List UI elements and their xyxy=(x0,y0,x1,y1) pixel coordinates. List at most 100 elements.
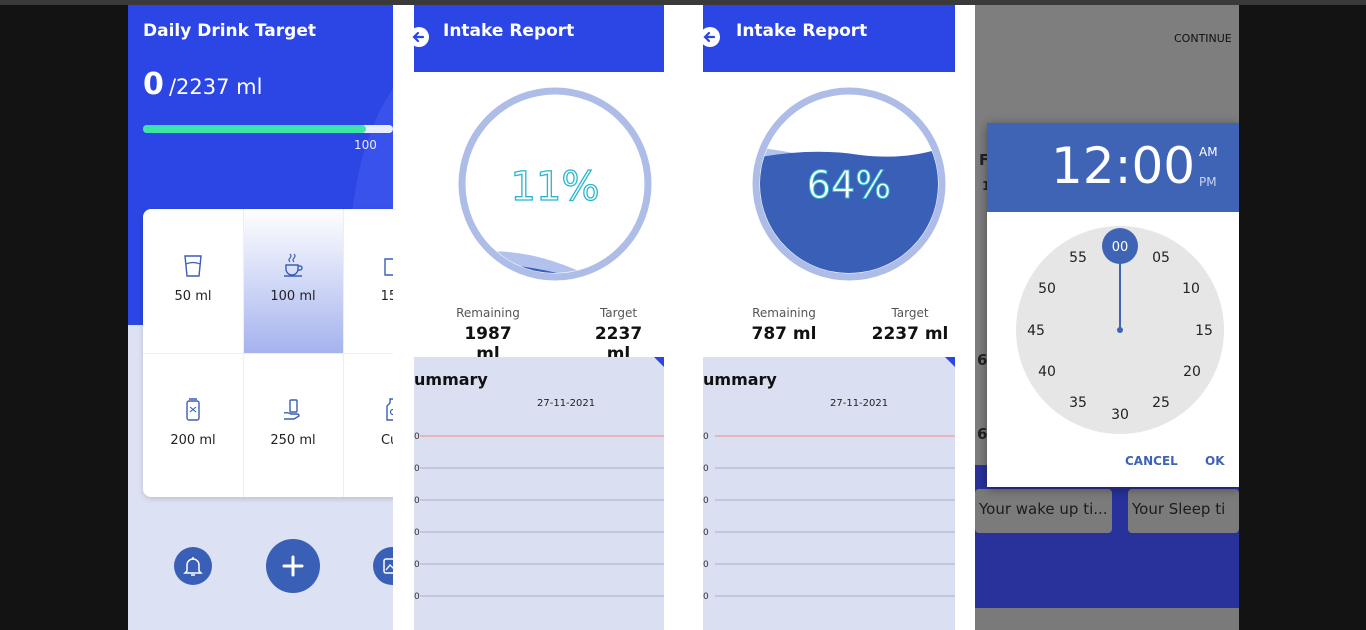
pm-toggle[interactable]: PM xyxy=(1199,175,1217,189)
report-title: Intake Report xyxy=(736,21,868,41)
axis-tick: 0 xyxy=(703,592,709,602)
progress-tick-label: 100 xyxy=(354,138,377,152)
axis-tick: 0 xyxy=(414,592,420,602)
plus-icon xyxy=(282,555,304,577)
option-200ml[interactable]: 200 ml xyxy=(143,353,243,497)
sleep-time-field[interactable]: Your Sleep ti xyxy=(1128,489,1239,533)
summary-chart-canvas: 0 0 0 0 0 0 xyxy=(703,357,955,602)
minute-40[interactable]: 40 xyxy=(1038,364,1056,380)
screenshot-collage: Daily Drink Target 0 /2237 ml 100 100 ml xyxy=(0,0,1366,630)
time-display: 12:00 xyxy=(1051,137,1195,195)
am-toggle[interactable]: AM xyxy=(1199,145,1218,159)
custom-bottle-icon xyxy=(386,398,393,421)
back-arrow-icon[interactable] xyxy=(698,25,722,49)
axis-tick: 0 xyxy=(414,432,420,442)
option-100ml[interactable]: 100 ml xyxy=(243,209,343,353)
minute-15[interactable]: 15 xyxy=(1195,323,1213,339)
axis-tick: 0 xyxy=(414,496,420,506)
axis-tick: 0 xyxy=(414,464,420,474)
report-title: Intake Report xyxy=(443,21,575,41)
minute-55[interactable]: 55 xyxy=(1069,250,1087,266)
target-label: Target xyxy=(599,306,638,320)
remaining-stat: Remaining 1987 ml xyxy=(453,306,523,364)
add-drink-button[interactable] xyxy=(266,539,320,593)
option-label: Cus xyxy=(380,433,393,448)
axis-tick: 0 xyxy=(703,528,709,538)
target-stat: Target 2237 ml xyxy=(871,306,949,344)
intake-report-screen-1: Intake Report 11% Remaining 1987 ml Targ… xyxy=(393,5,674,630)
summary-date: 27-11-2021 xyxy=(830,398,889,409)
intake-gauge: 64% xyxy=(752,87,946,281)
bell-icon xyxy=(183,557,203,576)
bottle-hand-icon xyxy=(283,399,300,420)
coffee-cup-icon xyxy=(284,253,303,277)
percent-text: 64% xyxy=(807,163,891,207)
mug-icon xyxy=(384,258,393,276)
target-value: 2237 ml xyxy=(871,324,949,344)
target-label: Target xyxy=(891,306,929,320)
background-text: 6 xyxy=(977,351,988,369)
home-screen: Daily Drink Target 0 /2237 ml 100 100 ml xyxy=(128,5,393,630)
option-label: 50 ml xyxy=(174,289,212,304)
current-intake: 0 xyxy=(143,67,164,102)
remaining-label: Remaining xyxy=(456,306,520,320)
minute-25[interactable]: 25 xyxy=(1152,395,1170,411)
back-arrow-icon[interactable] xyxy=(407,25,431,49)
reminder-button[interactable] xyxy=(174,547,212,585)
drink-size-grid: 100 ml 50 ml 150 xyxy=(143,209,393,497)
can-icon xyxy=(186,398,200,421)
grid-divider xyxy=(143,353,393,354)
target-stat: Target 2237 ml xyxy=(581,306,656,364)
continue-button[interactable]: CONTINUE xyxy=(1174,32,1232,45)
minute-00[interactable]: 00 xyxy=(1112,240,1129,255)
minute-05[interactable]: 05 xyxy=(1152,250,1170,266)
option-custom[interactable]: Cus xyxy=(343,353,393,497)
summary-date: 27-11-2021 xyxy=(537,398,596,409)
intake-progress-fill xyxy=(143,125,366,133)
clock-face[interactable]: 00 05 10 15 20 25 30 35 40 45 50 55 xyxy=(1016,226,1224,434)
time-picker-dialog: 12:00 AM PM 00 05 10 15 20 25 30 35 40 4… xyxy=(987,123,1239,487)
glass-icon xyxy=(184,255,202,277)
system-nav-bar xyxy=(975,608,1239,630)
intake-progress-bar xyxy=(143,125,393,133)
minute-30[interactable]: 30 xyxy=(1111,407,1129,423)
time-separator: : xyxy=(1114,137,1132,195)
option-50ml[interactable]: 50 ml xyxy=(143,209,243,353)
minute-35[interactable]: 35 xyxy=(1069,395,1087,411)
axis-tick: 0 xyxy=(703,560,709,570)
remaining-stat: Remaining 787 ml xyxy=(746,306,822,344)
time-display-header: 12:00 AM PM xyxy=(987,123,1239,212)
summary-chart: 0 0 0 0 0 0 ummary 27-11-2021 xyxy=(414,357,664,630)
axis-tick: 0 xyxy=(414,560,420,570)
minute-10[interactable]: 10 xyxy=(1182,281,1200,297)
intake-report-screen-2: Intake Report 64% Remaining 787 ml Targe… xyxy=(674,5,975,630)
intake-gauge: 11% xyxy=(458,87,652,281)
cancel-button[interactable]: CANCEL xyxy=(1125,454,1178,468)
option-label: 200 ml xyxy=(170,433,216,448)
remaining-label: Remaining xyxy=(752,306,816,320)
chart-icon xyxy=(383,558,393,574)
summary-chart: 0 0 0 0 0 0 ummary 27-11-2021 xyxy=(703,357,955,630)
axis-tick: 0 xyxy=(703,432,709,442)
hour-display[interactable]: 12 xyxy=(1051,137,1115,195)
percent-text: 11% xyxy=(511,164,600,210)
daily-target-title: Daily Drink Target xyxy=(143,21,316,41)
intake-amount: 0 /2237 ml xyxy=(143,67,262,102)
minute-45[interactable]: 45 xyxy=(1027,323,1045,339)
minute-display[interactable]: 00 xyxy=(1131,137,1195,195)
remaining-value: 787 ml xyxy=(751,324,817,344)
axis-tick: 0 xyxy=(414,528,420,538)
ok-button[interactable]: OK xyxy=(1205,454,1225,468)
option-250ml[interactable]: 250 ml xyxy=(243,353,343,497)
axis-tick: 0 xyxy=(703,496,709,506)
wake-time-field[interactable]: Your wake up ti... xyxy=(975,489,1112,533)
option-150ml[interactable]: 150 xyxy=(343,209,393,353)
minute-50[interactable]: 50 xyxy=(1038,281,1056,297)
option-label: 150 xyxy=(380,289,393,304)
stats-button[interactable] xyxy=(373,547,393,585)
summary-title: ummary xyxy=(703,370,777,389)
axis-tick: 0 xyxy=(703,464,709,474)
summary-title: ummary xyxy=(414,370,488,389)
time-picker-screen: CONTINUE F 1 6 6 Your wake up ti... Your… xyxy=(975,5,1239,630)
minute-20[interactable]: 20 xyxy=(1183,364,1201,380)
